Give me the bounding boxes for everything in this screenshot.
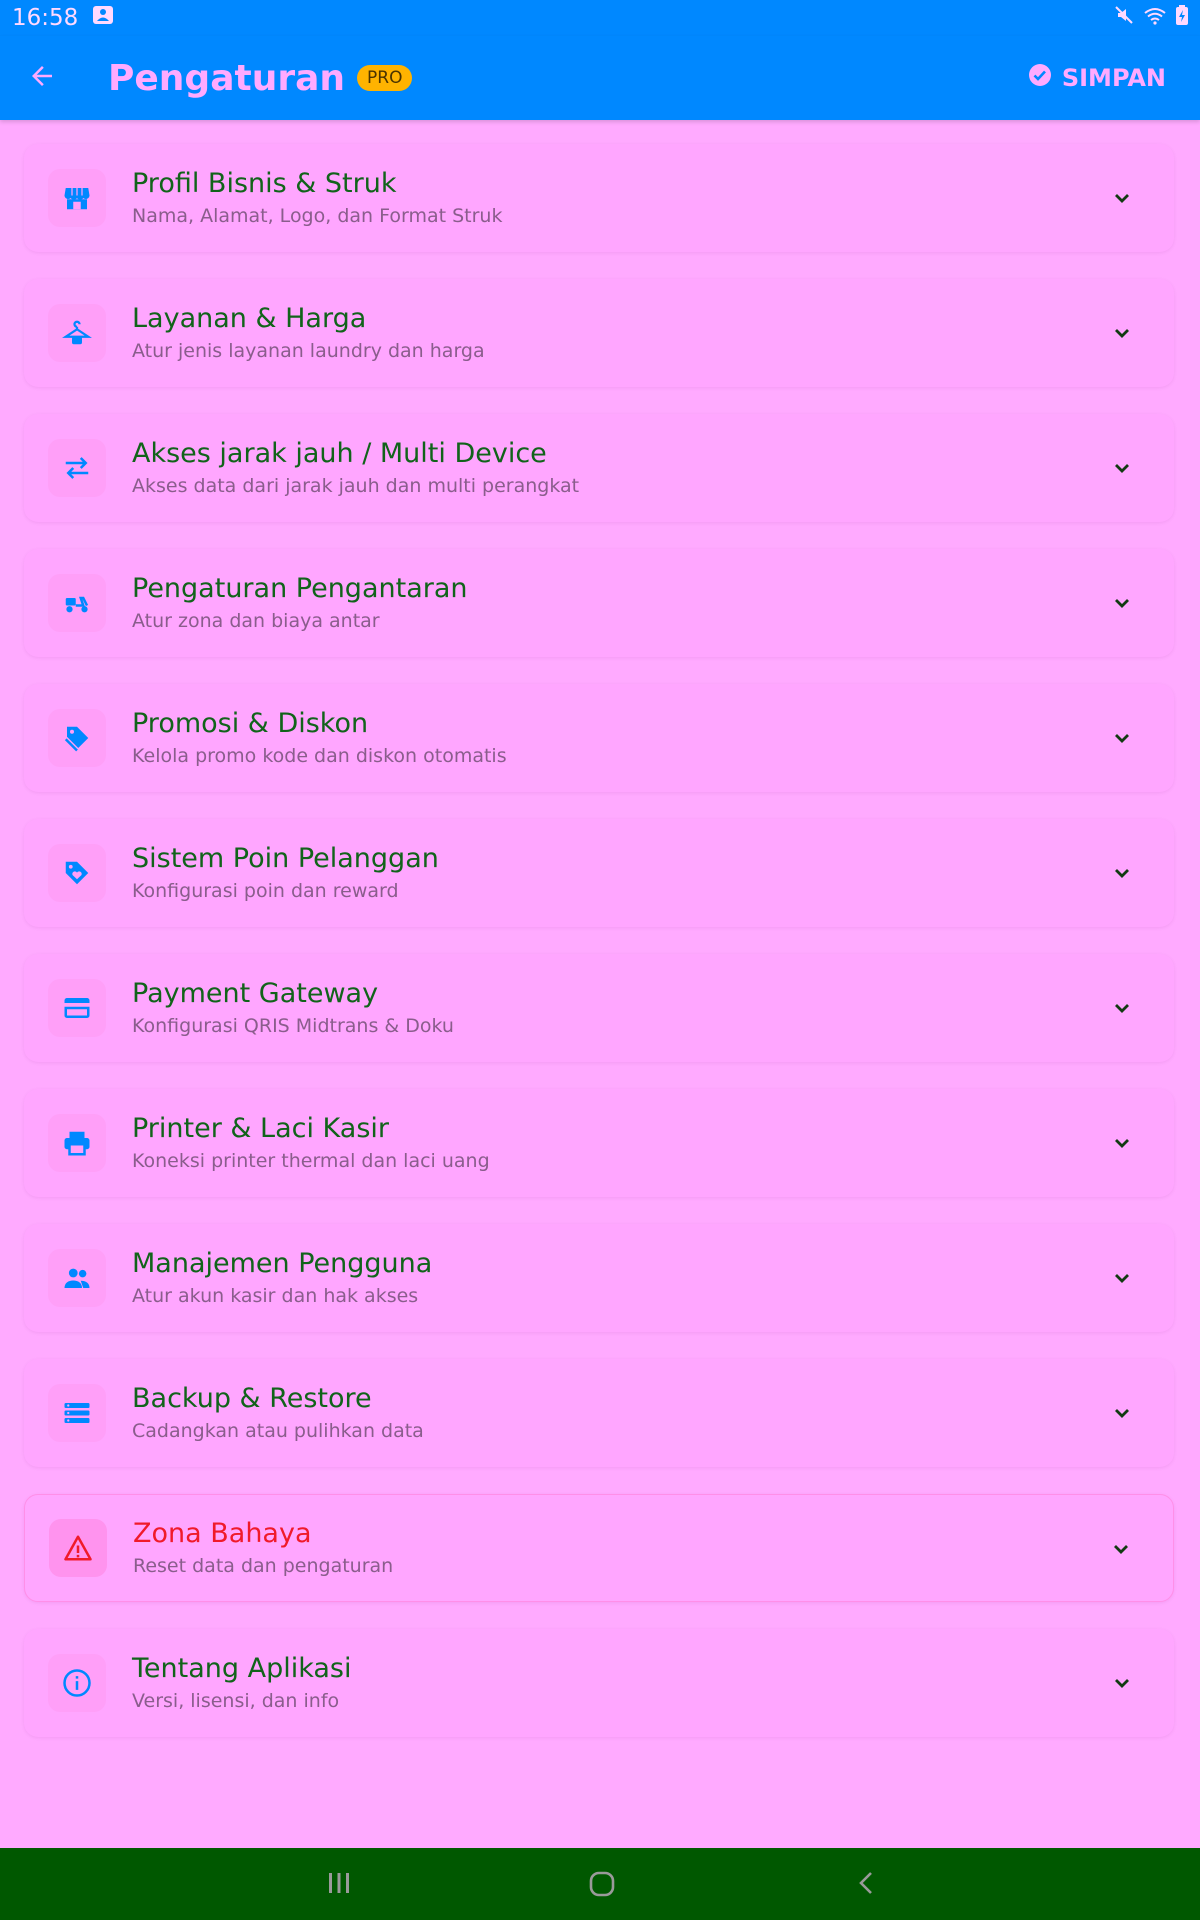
recent-apps-icon[interactable] [326,1870,352,1900]
section-subtitle: Akses data dari jarak jauh dan multi per… [132,475,580,497]
section-subtitle: Koneksi printer thermal dan laci uang [132,1150,490,1172]
section-subtitle: Nama, Alamat, Logo, dan Format Struk [132,205,503,227]
loyalty-tag-icon [48,844,106,902]
delivery-scooter-icon [48,574,106,632]
section-subtitle: Konfigurasi poin dan reward [132,880,399,902]
section-subtitle: Kelola promo kode dan diskon otomatis [132,745,507,767]
section-backup-restore[interactable]: Backup & Restore Cadangkan atau pulihkan… [24,1359,1174,1467]
chevron-down-icon[interactable] [1110,321,1134,349]
section-services-prices[interactable]: Layanan & Harga Atur jenis layanan laund… [24,279,1174,387]
section-title: Layanan & Harga [132,303,367,334]
tags-icon [48,709,106,767]
swap-arrows-icon [48,439,106,497]
page-title: Pengaturan [108,57,346,99]
credit-card-icon [48,979,106,1037]
hanger-icon [48,304,106,362]
section-user-management[interactable]: Manajemen Pengguna Atur akun kasir dan h… [24,1224,1174,1332]
chevron-down-icon[interactable] [1110,1401,1134,1429]
section-danger-zone[interactable]: Zona Bahaya Reset data dan pengaturan [24,1494,1174,1602]
chevron-down-icon[interactable] [1110,186,1134,214]
section-subtitle: Atur akun kasir dan hak akses [132,1285,419,1307]
people-icon [48,1249,106,1307]
chevron-down-icon[interactable] [1109,1537,1133,1565]
back-button[interactable] [0,36,84,120]
section-title: Akses jarak jauh / Multi Device [132,438,547,469]
section-subtitle: Atur jenis layanan laundry dan harga [132,340,485,362]
warning-icon [49,1519,107,1577]
storefront-icon [48,169,106,227]
section-promotions[interactable]: Promosi & Diskon Kelola promo kode dan d… [24,684,1174,792]
chevron-down-icon[interactable] [1110,456,1134,484]
section-subtitle: Reset data dan pengaturan [133,1555,394,1577]
save-label: SIMPAN [1061,64,1166,92]
battery-icon [1176,5,1188,31]
chevron-down-icon[interactable] [1110,726,1134,754]
section-title: Profil Bisnis & Struk [132,168,397,199]
chevron-down-icon[interactable] [1110,591,1134,619]
mute-icon [1114,5,1134,31]
section-remote-access[interactable]: Akses jarak jauh / Multi Device Akses da… [24,414,1174,522]
save-button[interactable]: SIMPAN [1028,63,1166,93]
section-about-app[interactable]: Tentang Aplikasi Versi, lisensi, dan inf… [24,1629,1174,1737]
section-subtitle: Cadangkan atau pulihkan data [132,1420,424,1442]
section-delivery[interactable]: Pengaturan Pengantaran Atur zona dan bia… [24,549,1174,657]
home-icon[interactable] [588,1870,616,1902]
status-time: 16:58 [12,5,79,31]
section-payment-gateway[interactable]: Payment Gateway Konfigurasi QRIS Midtran… [24,954,1174,1062]
section-business-profile[interactable]: Profil Bisnis & Struk Nama, Alamat, Logo… [24,144,1174,252]
app-bar: Pengaturan PRO SIMPAN [0,36,1200,120]
section-title: Payment Gateway [132,978,379,1009]
info-icon [48,1654,106,1712]
status-bar: 16:58 [0,0,1200,36]
section-subtitle: Atur zona dan biaya antar [132,610,380,632]
section-title: Printer & Laci Kasir [132,1113,390,1144]
section-title: Manajemen Pengguna [132,1248,433,1279]
chevron-down-icon[interactable] [1110,996,1134,1024]
back-nav-icon[interactable] [856,1870,878,1900]
section-title: Tentang Aplikasi [132,1653,352,1684]
notification-icon [92,5,114,31]
section-printer[interactable]: Printer & Laci Kasir Koneksi printer the… [24,1089,1174,1197]
pro-badge: PRO [357,65,413,91]
chevron-down-icon[interactable] [1110,861,1134,889]
section-title: Backup & Restore [132,1383,372,1414]
wifi-icon [1144,5,1166,31]
settings-list: Profil Bisnis & Struk Nama, Alamat, Logo… [24,144,1174,1764]
system-nav-bar [0,1848,1200,1920]
section-subtitle: Versi, lisensi, dan info [132,1690,340,1712]
chevron-down-icon[interactable] [1110,1266,1134,1294]
section-title: Pengaturan Pengantaran [132,573,468,604]
arrow-left-icon [27,61,57,95]
chevron-down-icon[interactable] [1110,1671,1134,1699]
section-title: Promosi & Diskon [132,708,369,739]
chevron-down-icon[interactable] [1110,1131,1134,1159]
printer-icon [48,1114,106,1172]
section-title: Zona Bahaya [133,1518,312,1549]
section-subtitle: Konfigurasi QRIS Midtrans & Doku [132,1015,454,1037]
check-circle-icon [1028,63,1052,93]
section-loyalty-points[interactable]: Sistem Poin Pelanggan Konfigurasi poin d… [24,819,1174,927]
storage-icon [48,1384,106,1442]
section-title: Sistem Poin Pelanggan [132,843,439,874]
